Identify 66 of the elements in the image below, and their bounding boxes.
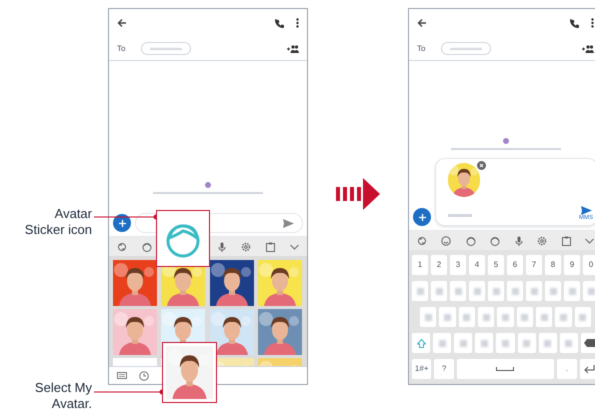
keyboard-key[interactable]: 6	[507, 255, 523, 275]
back-arrow-icon[interactable]	[117, 18, 127, 28]
settings-icon[interactable]	[240, 242, 251, 252]
plus-icon	[118, 220, 126, 226]
callout-label: Avatar Sticker icon	[24, 206, 92, 238]
add-button[interactable]	[413, 208, 431, 226]
shift-icon	[416, 338, 426, 348]
swap-icon[interactable]	[117, 242, 127, 252]
arrow-icon	[336, 178, 380, 210]
keyboard-key[interactable]: 3	[450, 255, 466, 275]
keyboard-key[interactable]: 1#+	[412, 359, 432, 379]
emoji-icon[interactable]	[441, 236, 452, 246]
callout-label: Select My Avatar.	[34, 380, 92, 412]
add-person-icon[interactable]	[287, 44, 299, 52]
keyboard-key[interactable]: 7	[526, 255, 542, 275]
sticker-icon[interactable]	[490, 236, 500, 246]
sticker-icon[interactable]	[466, 236, 476, 246]
more-icon[interactable]	[296, 18, 299, 28]
remove-icon[interactable]	[477, 161, 486, 170]
chevron-down-icon[interactable]	[584, 238, 594, 244]
to-label: To	[117, 42, 126, 54]
plus-icon	[418, 214, 426, 220]
send-icon[interactable]	[283, 218, 294, 228]
clipboard-icon[interactable]	[266, 242, 275, 252]
clipboard-icon[interactable]	[562, 236, 571, 246]
avatar-sticker-tooltip[interactable]	[156, 210, 210, 267]
enter-key[interactable]	[580, 359, 595, 379]
keyboard-key[interactable]: 9	[564, 255, 580, 275]
keyboard-key[interactable]: 0	[583, 255, 595, 275]
keyboard-key[interactable]: 8	[545, 255, 561, 275]
keyboard-key[interactable]: 4	[469, 255, 485, 275]
sticker[interactable]	[258, 309, 302, 355]
send-icon[interactable]	[580, 206, 592, 215]
sticker[interactable]	[113, 260, 157, 306]
more-icon[interactable]	[591, 18, 594, 28]
sticker-icon[interactable]	[142, 242, 152, 252]
add-person-icon[interactable]	[582, 44, 594, 52]
backspace-icon	[584, 339, 595, 347]
enter-icon	[584, 365, 595, 373]
swap-icon[interactable]	[417, 236, 427, 246]
keyboard-key[interactable]: ?	[434, 359, 454, 379]
sticker[interactable]	[258, 260, 302, 306]
blurred-field-hint	[448, 214, 472, 217]
sticker[interactable]	[210, 309, 254, 355]
keyboard-key[interactable]: 2	[431, 255, 447, 275]
phone-icon[interactable]	[275, 18, 284, 28]
clock-icon[interactable]	[139, 370, 149, 380]
keyboard-key[interactable]: 5	[488, 255, 504, 275]
settings-icon[interactable]	[537, 236, 548, 246]
microphone-icon[interactable]	[514, 236, 523, 246]
backspace-key[interactable]	[580, 333, 595, 353]
phone-icon[interactable]	[570, 18, 579, 28]
chevron-down-icon[interactable]	[290, 244, 299, 250]
contact-icon	[502, 138, 508, 144]
shift-key[interactable]	[412, 333, 430, 353]
keyboard-key[interactable]: .	[557, 359, 577, 379]
sticker[interactable]	[210, 260, 254, 306]
back-arrow-icon[interactable]	[417, 18, 427, 28]
microphone-icon[interactable]	[218, 242, 226, 252]
sticker[interactable]	[113, 309, 157, 355]
to-label: To	[417, 42, 426, 54]
space-icon	[496, 367, 514, 371]
keyboard-icon[interactable]	[117, 372, 127, 379]
contact-icon	[205, 182, 211, 188]
keyboard-key[interactable]: 1	[412, 255, 428, 275]
add-button[interactable]	[113, 214, 131, 232]
